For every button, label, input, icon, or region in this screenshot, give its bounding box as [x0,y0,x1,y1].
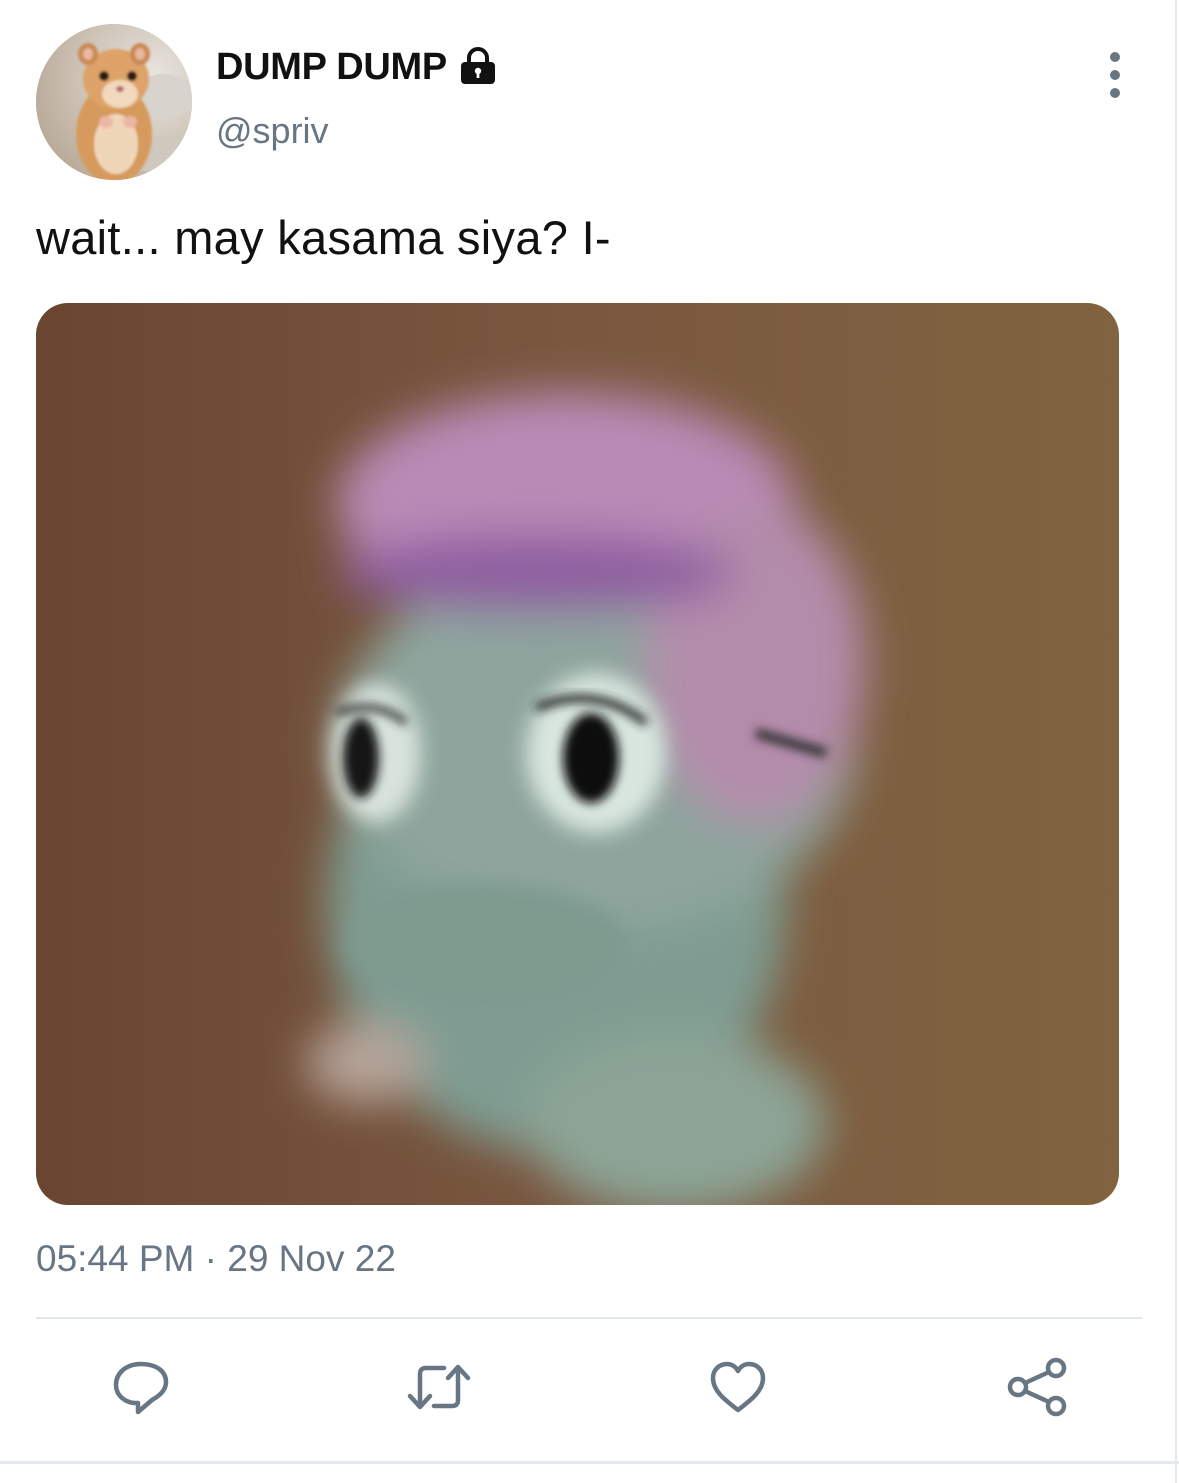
reply-icon [113,1361,169,1415]
tweet-media-image[interactable] [36,303,1119,1205]
divider [36,1317,1142,1319]
blurry-cartoon-character-photo [36,303,1119,1205]
reply-button[interactable] [108,1354,174,1420]
more-vertical-icon [1110,52,1120,62]
like-icon [710,1361,766,1413]
avatar[interactable] [36,24,192,180]
user-handle[interactable]: @spriv [216,110,329,152]
more-options-button[interactable] [1095,52,1135,98]
hamster-avatar-image [36,24,192,180]
share-icon [1007,1357,1067,1417]
lock-icon [457,46,499,88]
share-button[interactable] [1004,1354,1070,1420]
frame-border-right [1175,0,1177,1483]
frame-border-bottom [0,1461,1179,1464]
retweet-icon [407,1364,471,1410]
tweet-text: wait... may kasama siya? I- [36,211,611,264]
more-vertical-dot [1110,88,1120,98]
tweet-timestamp[interactable]: 05:44 PM · 29 Nov 22 [36,1238,396,1280]
display-name[interactable]: DUMP DUMP [216,44,499,90]
display-name-text: DUMP DUMP [216,45,447,88]
retweet-button[interactable] [406,1354,472,1420]
more-vertical-dot [1110,70,1120,80]
like-button[interactable] [705,1354,771,1420]
